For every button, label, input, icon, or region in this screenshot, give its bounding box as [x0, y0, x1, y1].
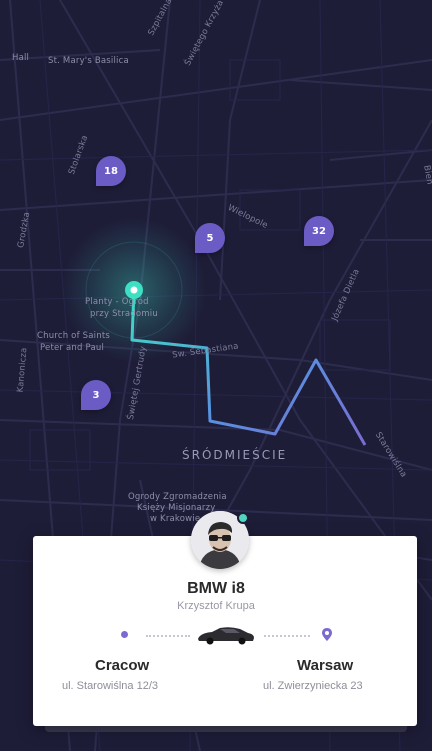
cluster-pin[interactable]: 18: [96, 156, 126, 186]
map-label-gardens-1: Ogrody Zgromadzenia: [128, 492, 227, 502]
cluster-pin[interactable]: 5: [195, 223, 225, 253]
cluster-count: 5: [206, 232, 214, 244]
origin-dot-icon: [121, 631, 128, 638]
district-label: ŚRÓDMIEŚCIE: [182, 448, 288, 462]
route-dotted-line: [146, 635, 190, 637]
car-icon: [196, 625, 256, 650]
route-dotted-line: [264, 635, 310, 637]
cluster-count: 32: [312, 225, 326, 237]
map-label-gardens-3: w Krakowie: [150, 514, 201, 524]
cluster-count: 3: [92, 389, 100, 401]
origin-address: ul. Starowiślna 12/3: [62, 680, 158, 692]
map-label-planty-2: przy Stradomiu: [90, 309, 158, 319]
online-status-dot: [237, 512, 249, 524]
cluster-count: 18: [104, 165, 118, 177]
driver-name: Krzysztof Krupa: [177, 600, 255, 612]
cluster-pin[interactable]: 3: [81, 380, 111, 410]
location-pin-icon: [322, 628, 332, 646]
map-label-church-2: Peter and Paul: [40, 343, 105, 353]
map-label-gardens-2: Księży Misjonarzy: [137, 503, 216, 513]
cluster-pin[interactable]: 32: [304, 216, 334, 246]
destination-address: ul. Zwierzyniecka 23: [263, 680, 363, 692]
map-label-church-1: Church of Saints: [37, 331, 110, 341]
car-name: BMW i8: [187, 580, 245, 597]
map-label-planty-1: Planty - Ogród: [85, 297, 149, 307]
map-label-basilica: St. Mary's Basilica: [48, 56, 129, 66]
origin-city: Cracow: [95, 657, 150, 674]
destination-city: Warsaw: [297, 657, 354, 674]
map-label-hall: Hall: [12, 53, 30, 63]
